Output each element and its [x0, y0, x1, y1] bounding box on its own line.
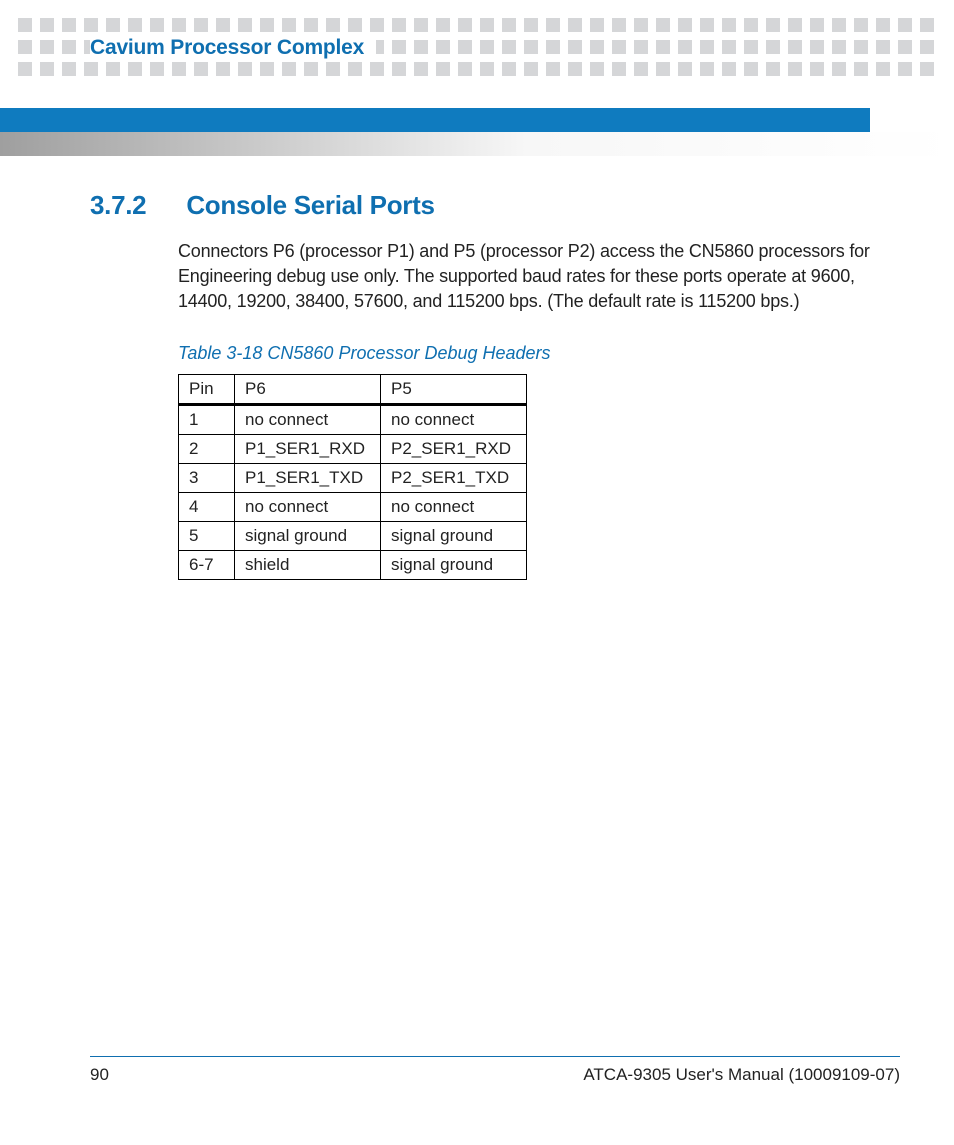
table-row: 6-7shieldsignal ground [179, 550, 527, 579]
table-header-cell: P6 [235, 374, 381, 404]
chapter-title-wrap: Cavium Processor Complex [90, 36, 376, 60]
table-caption: Table 3-18 CN5860 Processor Debug Header… [178, 343, 870, 364]
table-cell: 1 [179, 404, 235, 434]
page-footer: 90 ATCA-9305 User's Manual (10009109-07) [90, 1056, 900, 1085]
table-header-cell: P5 [381, 374, 527, 404]
table-cell: shield [235, 550, 381, 579]
section-number: 3.7.2 [90, 190, 146, 221]
table-row: 2P1_SER1_RXDP2_SER1_RXD [179, 434, 527, 463]
table-cell: P2_SER1_RXD [381, 434, 527, 463]
section-title: Console Serial Ports [186, 190, 434, 221]
table-cell: no connect [235, 404, 381, 434]
table-cell: P1_SER1_RXD [235, 434, 381, 463]
table-cell: no connect [381, 492, 527, 521]
table-cell: signal ground [235, 521, 381, 550]
table-cell: no connect [235, 492, 381, 521]
table-cell: 6-7 [179, 550, 235, 579]
section-heading: 3.7.2 Console Serial Ports [90, 190, 870, 221]
table-header-cell: Pin [179, 374, 235, 404]
table-row: 1no connectno connect [179, 404, 527, 434]
page-content: 3.7.2 Console Serial Ports Connectors P6… [90, 190, 870, 580]
table-cell: 3 [179, 463, 235, 492]
table-row: 4no connectno connect [179, 492, 527, 521]
section-paragraph: Connectors P6 (processor P1) and P5 (pro… [178, 239, 870, 315]
table-row: 5signal groundsignal ground [179, 521, 527, 550]
table-cell: 5 [179, 521, 235, 550]
header-blue-bar [0, 108, 870, 132]
table-cell: signal ground [381, 550, 527, 579]
header-fade-bar [0, 132, 954, 156]
chapter-title: Cavium Processor Complex [90, 36, 364, 59]
table-cell: P2_SER1_TXD [381, 463, 527, 492]
doc-title: ATCA-9305 User's Manual (10009109-07) [583, 1065, 900, 1085]
table-header-row: Pin P6 P5 [179, 374, 527, 404]
table-row: 3P1_SER1_TXDP2_SER1_TXD [179, 463, 527, 492]
table-cell: 4 [179, 492, 235, 521]
debug-headers-table: Pin P6 P5 1no connectno connect2P1_SER1_… [178, 374, 527, 580]
page-number: 90 [90, 1065, 109, 1085]
table-cell: 2 [179, 434, 235, 463]
table-cell: no connect [381, 404, 527, 434]
table-cell: P1_SER1_TXD [235, 463, 381, 492]
table-cell: signal ground [381, 521, 527, 550]
